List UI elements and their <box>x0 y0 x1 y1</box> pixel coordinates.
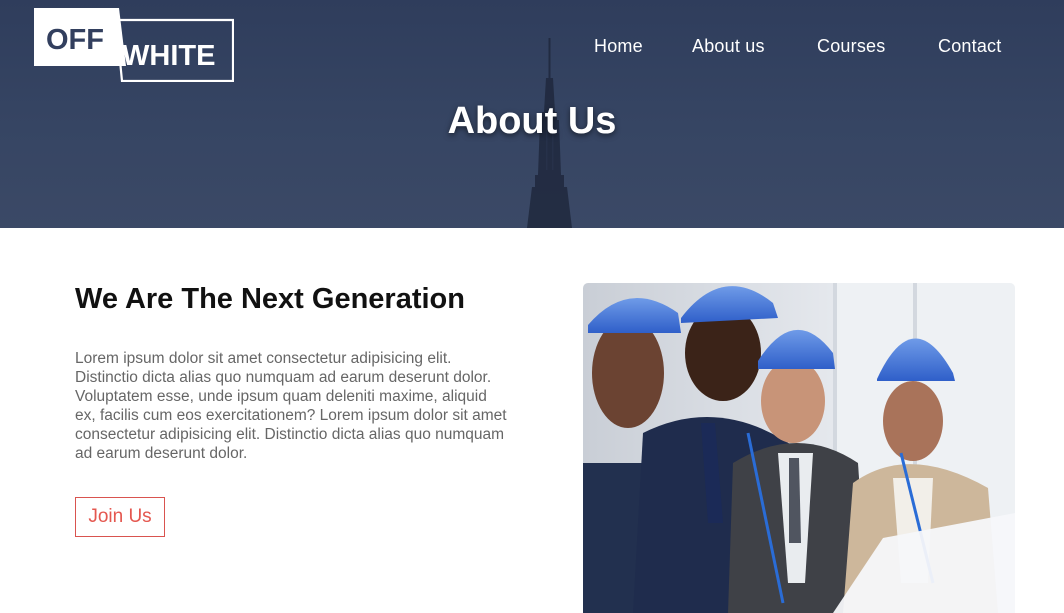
nav-link-about-us[interactable]: About us <box>692 36 765 57</box>
team-photo <box>583 283 1015 613</box>
hero-banner: OFF WHITE Home About us Courses Contact … <box>0 0 1064 228</box>
section-heading: We Are The Next Generation <box>75 283 465 315</box>
page-title: About Us <box>447 100 617 142</box>
about-section: We Are The Next Generation Lorem ipsum d… <box>0 228 1064 613</box>
nav-link-home[interactable]: Home <box>594 36 643 57</box>
nav-link-courses[interactable]: Courses <box>817 36 885 57</box>
join-us-button[interactable]: Join Us <box>75 497 165 537</box>
section-paragraph: Lorem ipsum dolor sit amet consectetur a… <box>75 350 507 462</box>
nav-link-contact[interactable]: Contact <box>938 36 1001 57</box>
main-nav: Home About us Courses Contact <box>0 36 1064 58</box>
